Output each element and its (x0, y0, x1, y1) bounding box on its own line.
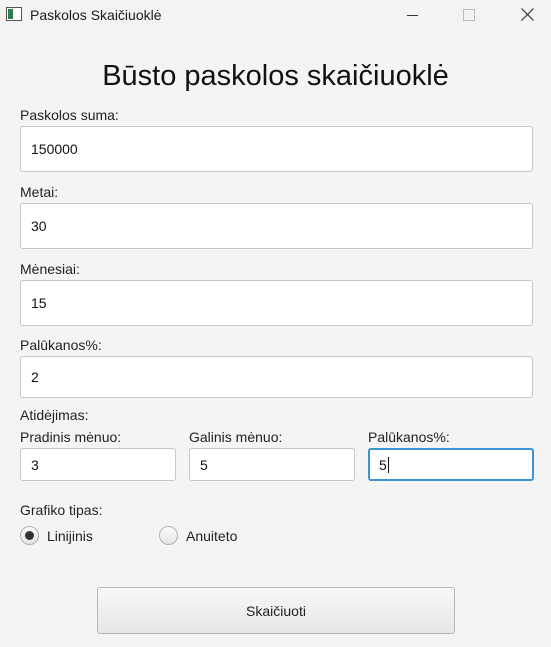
linear-radio-label[interactable]: Linijinis (47, 528, 93, 544)
start-month-label: Pradinis mėnuo: (20, 429, 122, 445)
deferral-interest-value: 5 (379, 456, 387, 473)
annuity-radio-label[interactable]: Anuiteto (186, 528, 237, 544)
months-label: Mėnesiai: (20, 261, 80, 277)
page-title: Būsto paskolos skaičiuoklė (102, 60, 449, 92)
months-field[interactable]: 15 (20, 280, 533, 326)
months-value: 15 (31, 295, 47, 311)
interest-field[interactable]: 2 (20, 356, 533, 398)
minimize-button[interactable] (390, 0, 436, 30)
interest-value: 2 (31, 369, 39, 385)
maximize-button[interactable] (446, 0, 492, 30)
annuity-radio[interactable] (159, 526, 178, 545)
linear-radio[interactable] (20, 526, 39, 545)
calculate-button-label: Skaičiuoti (246, 602, 306, 619)
start-month-field[interactable]: 3 (20, 448, 176, 481)
interest-label: Palūkanos%: (20, 337, 102, 353)
title-bar: Paskolos Skaičiuoklė (0, 0, 551, 30)
years-label: Metai: (20, 184, 59, 200)
deferral-interest-field[interactable]: 5 (368, 448, 534, 481)
years-field[interactable]: 30 (20, 203, 533, 249)
app-icon (6, 7, 22, 21)
deferral-interest-label: Palūkanos%: (368, 429, 450, 445)
loan-amount-value: 150000 (31, 141, 78, 157)
start-month-value: 3 (31, 456, 39, 473)
years-value: 30 (31, 218, 47, 234)
window-title: Paskolos Skaičiuoklė (30, 7, 162, 23)
close-button[interactable] (504, 0, 550, 30)
text-caret (387, 456, 389, 473)
end-month-label: Galinis mėnuo: (189, 429, 283, 445)
end-month-field[interactable]: 5 (189, 448, 355, 481)
close-icon (521, 8, 534, 21)
calculate-button[interactable]: Skaičiuoti (97, 587, 455, 634)
loan-amount-label: Paskolos suma: (20, 107, 119, 123)
loan-amount-field[interactable]: 150000 (20, 126, 533, 172)
deferral-label: Atidėjimas: (20, 407, 89, 423)
end-month-value: 5 (200, 456, 208, 473)
chart-type-label: Grafiko tipas: (20, 502, 103, 518)
